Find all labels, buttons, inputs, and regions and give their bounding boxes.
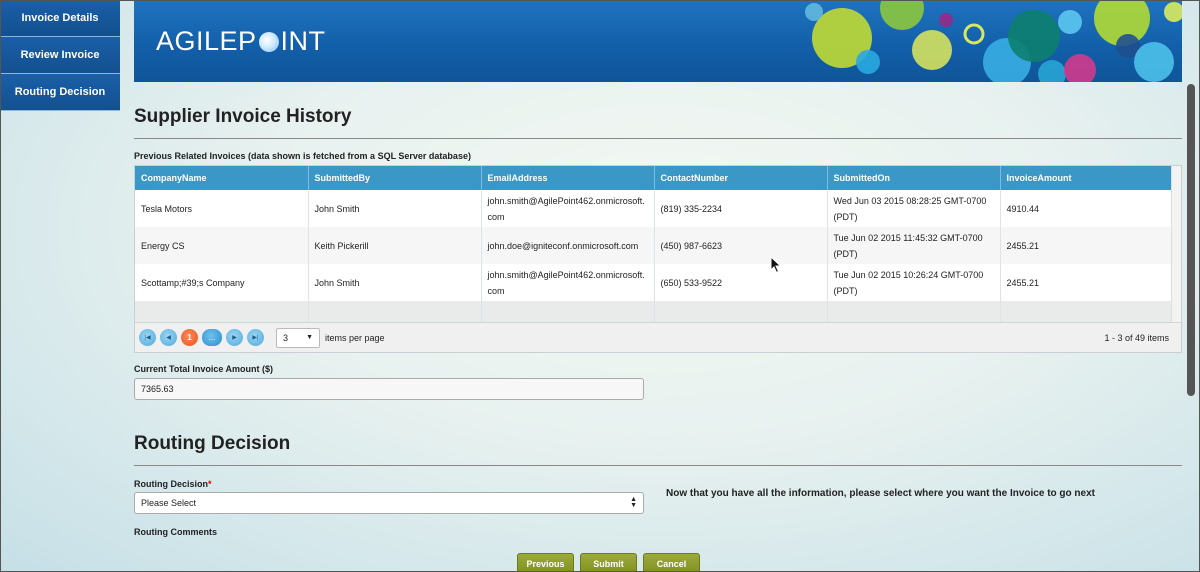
grid-caption: Previous Related Invoices (data shown is…	[134, 151, 471, 161]
total-amount-label: Current Total Invoice Amount ($)	[134, 364, 274, 374]
previous-button[interactable]: Previous	[517, 553, 574, 572]
logo-text-right: INT	[280, 26, 326, 56]
cell-submitted-by: Keith Pickerill	[308, 227, 482, 264]
column-header-contactnumber[interactable]: ContactNumber	[654, 166, 828, 190]
sidebar-item-review-invoice[interactable]: Review Invoice	[0, 37, 120, 74]
routing-divider	[134, 465, 1182, 466]
last-page-icon[interactable]: ▶|	[247, 329, 264, 346]
total-amount-field[interactable]: 7365.63	[134, 378, 644, 400]
cell-amount: 2455.21	[1000, 264, 1173, 301]
mouse-cursor-icon	[770, 256, 782, 274]
first-page-icon[interactable]: |◀	[139, 329, 156, 346]
logo-dot-icon	[258, 32, 279, 52]
empty-row	[135, 301, 1173, 323]
column-header-emailaddress[interactable]: EmailAddress	[481, 166, 655, 190]
cell-company: Tesla Motors	[135, 190, 309, 227]
routing-help-text: Now that you have all the information, p…	[666, 488, 1095, 499]
decorative-bubbles	[805, 0, 1182, 82]
select-arrows-icon: ▲ ▼	[630, 496, 637, 509]
cell-submitted-by: John Smith	[308, 264, 482, 301]
routing-decision-select[interactable]: Please Select ▲ ▼	[134, 492, 644, 514]
required-marker: *	[208, 479, 212, 489]
invoice-history-grid: CompanyName SubmittedBy EmailAddress Con…	[134, 165, 1182, 353]
next-page-icon[interactable]: ▶	[226, 329, 243, 346]
page-size-select[interactable]: 3 ▼	[276, 327, 320, 348]
cell-contact: (450) 987-6623	[654, 227, 828, 264]
cell-company: Scottamp;#39;s Company	[135, 264, 309, 301]
cell-contact: (819) 335-2234	[654, 190, 828, 227]
column-header-submittedon[interactable]: SubmittedOn	[827, 166, 1001, 190]
cell-submitted-by: John Smith	[308, 190, 482, 227]
cell-email: john.smith@AgilePoint462.onmicrosoft.com	[481, 264, 655, 301]
previous-page-icon[interactable]: ◀	[160, 329, 177, 346]
page-size-value: 3	[283, 332, 289, 343]
cancel-button[interactable]: Cancel	[643, 553, 700, 572]
total-amount-value: 7365.63	[141, 384, 174, 394]
page-number-current[interactable]: 1	[181, 329, 198, 346]
table-row[interactable]: Scottamp;#39;s Company John Smith john.s…	[135, 264, 1173, 301]
cell-amount: 2455.21	[1000, 227, 1173, 264]
page-scrollbar-thumb[interactable]	[1187, 84, 1195, 396]
column-header-submittedby[interactable]: SubmittedBy	[308, 166, 482, 190]
agilepoint-logo: AGILEP INT	[156, 26, 326, 57]
header-banner: AGILEP INT	[134, 0, 1182, 82]
page-scrollbar[interactable]	[1186, 84, 1196, 562]
sidebar-item-invoice-details[interactable]: Invoice Details	[0, 0, 120, 37]
grid-scrollbar[interactable]	[1171, 166, 1181, 324]
grid-header-row: CompanyName SubmittedBy EmailAddress Con…	[135, 166, 1173, 190]
cell-email: john.smith@AgilePoint462.onmicrosoft.com	[481, 190, 655, 227]
cell-amount: 4910.44	[1000, 190, 1173, 227]
table-row[interactable]: Energy CS Keith Pickerill john.doe@ignit…	[135, 227, 1173, 264]
chevron-down-icon: ▼	[306, 334, 313, 341]
cell-email: john.doe@igniteconf.onmicrosoft.com	[481, 227, 655, 264]
submit-button[interactable]: Submit	[580, 553, 637, 572]
cell-submitted-on: Wed Jun 03 2015 08:28:25 GMT-0700 (PDT)	[827, 190, 1001, 227]
page-size-label: items per page	[325, 332, 385, 343]
logo-text-left: AGILEP	[156, 26, 257, 56]
cell-submitted-on: Tue Jun 02 2015 10:26:24 GMT-0700 (PDT)	[827, 264, 1001, 301]
grid-pager: |◀ ◀ 1 ... ▶ ▶| 3 ▼ items per page 1 - 3…	[135, 322, 1181, 352]
history-divider	[134, 138, 1182, 139]
routing-decision-label-text: Routing Decision	[134, 479, 208, 489]
cell-company: Energy CS	[135, 227, 309, 264]
table-row[interactable]: Tesla Motors John Smith john.smith@Agile…	[135, 190, 1173, 227]
routing-decision-value: Please Select	[141, 498, 197, 508]
pager-info: 1 - 3 of 49 items	[1104, 332, 1169, 343]
cell-contact: (650) 533-9522	[654, 264, 828, 301]
routing-title: Routing Decision	[134, 433, 291, 454]
routing-comments-label: Routing Comments	[134, 527, 217, 537]
column-header-companyname[interactable]: CompanyName	[135, 166, 309, 190]
history-title: Supplier Invoice History	[134, 106, 352, 127]
sidebar-item-routing-decision[interactable]: Routing Decision	[0, 74, 120, 111]
sidebar-nav: Invoice Details Review Invoice Routing D…	[0, 0, 120, 111]
routing-decision-label: Routing Decision*	[134, 479, 212, 489]
column-header-invoiceamount[interactable]: InvoiceAmount	[1000, 166, 1173, 190]
more-pages-button[interactable]: ...	[202, 329, 222, 346]
cell-submitted-on: Tue Jun 02 2015 11:45:32 GMT-0700 (PDT)	[827, 227, 1001, 264]
